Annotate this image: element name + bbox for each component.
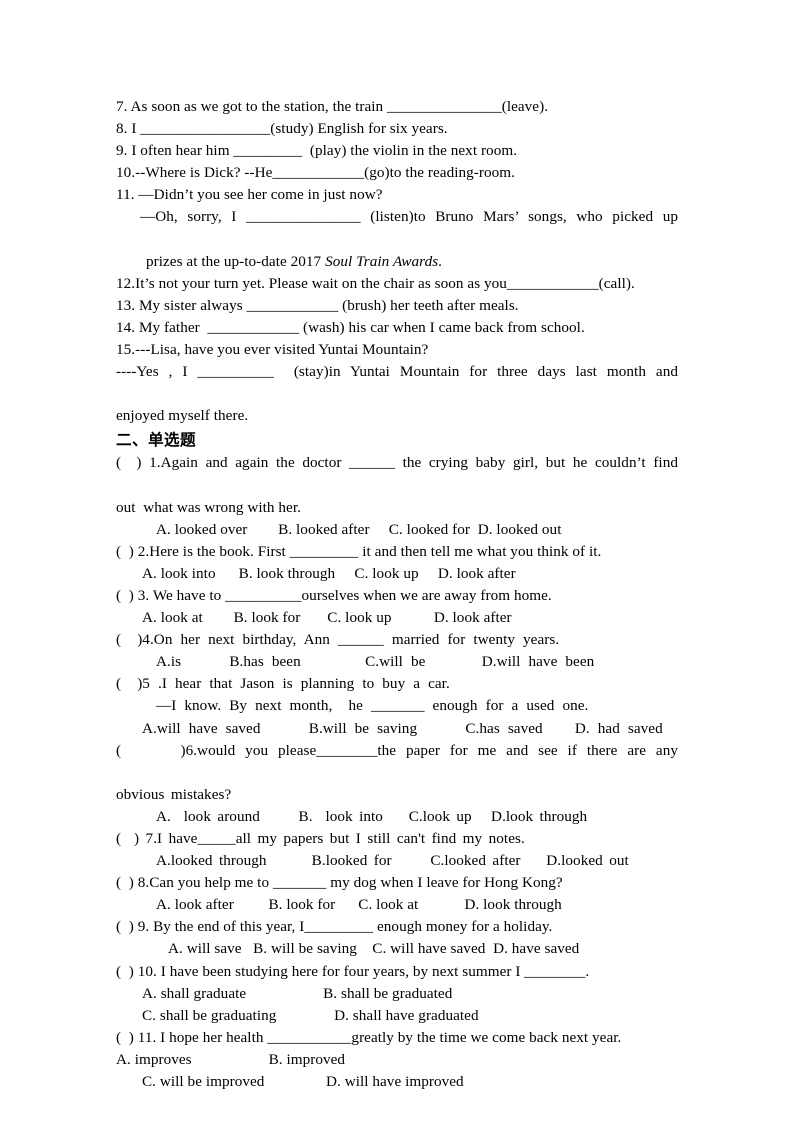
mcq-10-stem-line-1: ( ) 10. I have been studying here for fo… (116, 962, 590, 980)
exercise-item-8-line-1: 8. I _________________(study) English fo… (116, 120, 448, 138)
mcq-8-stem-line-1: ( ) 8.Can you help me to _______ my dog … (116, 874, 563, 892)
exercise-item-15-line-2: ----Yes , I __________ (stay)in Yuntai M… (116, 363, 678, 381)
document-page: 7. As soon as we got to the station, the… (0, 0, 794, 1123)
mcq-5-stem-line-1: ( )5 .I hear that Jason is planning to b… (116, 675, 450, 693)
exercise-item-15-line-3: enjoyed myself there. (116, 407, 249, 425)
mcq-9-stem-line-1: ( ) 9. By the end of this year, I_______… (116, 918, 553, 936)
mcq-2-options: A. look into B. look through C. look up … (142, 564, 516, 582)
exercise-item-14-line-1: 14. My father ____________ (wash) his ca… (116, 318, 585, 336)
mcq-1-stem-line-2: out what was wrong with her. (116, 498, 301, 516)
mcq-11-options-line-1: A. improves B. improved (116, 1050, 346, 1068)
exercise-item-9-line-1: 9. I often hear him _________ (play) the… (116, 142, 518, 160)
mcq-10-options-line-2: C. shall be graduating D. shall have gra… (142, 1006, 479, 1024)
document-body: 7. As soon as we got to the station, the… (116, 96, 678, 1093)
mcq-4-options: A.is B.has been C.will be D.will have be… (156, 653, 595, 671)
exercise-item-11-line-1: 11. —Didn’t you see her come in just now… (116, 186, 383, 204)
mcq-4-stem-line-1: ( )4.On her next birthday, Ann ______ ma… (116, 631, 560, 649)
mcq-10-options-line-1: A. shall graduate B. shall be graduated (142, 984, 453, 1002)
mcq-6-stem-line-1: ( )6.would you please________the paper f… (116, 741, 678, 759)
mcq-2-stem-line-1: ( ) 2.Here is the book. First _________ … (116, 542, 602, 560)
fill-in-section: 7. As soon as we got to the station, the… (116, 96, 678, 427)
exercise-item-10-line-1: 10.--Where is Dick? --He____________(go)… (116, 164, 516, 182)
mcq-3-stem-line-1: ( ) 3. We have to __________ourselves wh… (116, 586, 552, 604)
mcq-5-stem-line-2: —I know. By next month, he _______ enoug… (156, 697, 589, 715)
mcq-3-options: A. look at B. look for C. look up D. loo… (142, 609, 512, 627)
mcq-1-stem-line-1: ( ) 1.Again and again the doctor ______ … (116, 454, 678, 472)
mcq-5-options: A.will have saved B.will be saving C.has… (142, 719, 663, 737)
mcq-11-stem-line-1: ( ) 11. I hope her health ___________gre… (116, 1028, 622, 1046)
mcq-1-options: A. looked over B. looked after C. looked… (156, 520, 562, 538)
mcq-7-stem-line-1: ( ) 7.I have_____all my papers but I sti… (116, 830, 525, 847)
mcq-8-options: A. look after B. look for C. look at D. … (156, 896, 562, 914)
mcq-7-options: A.looked through B.looked for C.looked a… (156, 852, 629, 870)
mcq-6-options: A. look around B. look into C.look up D.… (156, 807, 588, 825)
exercise-item-11-line-2: —Oh, sorry, I _______________ (listen)to… (140, 208, 678, 226)
exercise-item-11-line-3-text: prizes at the up-to-date 2017 (146, 252, 326, 270)
exercise-item-11-line-3-end: . (438, 252, 443, 270)
multiple-choice-section: ( ) 1.Again and again the doctor ______ … (116, 452, 678, 1093)
exercise-item-15-line-1: 15.---Lisa, have you ever visited Yuntai… (116, 341, 429, 359)
mcq-9-options: A. will save B. will be saving C. will h… (168, 940, 580, 958)
exercise-item-11-line-3: prizes at the up-to-date 2017 Soul Train… (116, 251, 678, 273)
exercise-item-12-line-1: 12.It’s not your turn yet. Please wait o… (116, 274, 635, 292)
exercise-item-7-line-1: 7. As soon as we got to the station, the… (116, 98, 549, 115)
exercise-item-13-line-1: 13. My sister always ____________ (brush… (116, 296, 519, 314)
mcq-11-options-line-2: C. will be improved D. will have improve… (142, 1073, 464, 1091)
mcq-6-stem-line-2: obvious mistakes? (116, 785, 232, 803)
exercise-item-11-award-title: Soul Train Awards (325, 252, 439, 270)
section-heading-multiple-choice: 二、单选题 (116, 431, 196, 450)
